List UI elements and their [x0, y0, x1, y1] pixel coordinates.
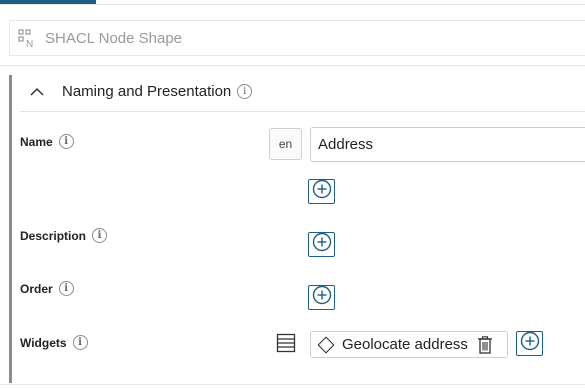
svg-text:N: N	[26, 39, 33, 49]
add-name-button[interactable]	[308, 179, 335, 204]
node-shape-icon: N	[17, 27, 39, 50]
language-tag[interactable]: en	[269, 128, 302, 160]
info-icon[interactable]: i	[58, 281, 74, 296]
property-name: Name i	[20, 134, 74, 149]
property-description: Description i	[20, 228, 108, 243]
chevron-up-icon[interactable]	[25, 80, 49, 104]
shape-type-label: SHACL Node Shape	[45, 29, 183, 47]
info-icon[interactable]: i	[72, 335, 88, 350]
property-label-description: Description	[20, 228, 87, 243]
bottom-divider	[0, 384, 585, 385]
name-value-input[interactable]	[310, 127, 585, 162]
trash-icon[interactable]	[477, 335, 493, 354]
info-icon[interactable]: i	[58, 134, 74, 149]
top-divider	[0, 4, 585, 5]
shape-type-row: N SHACL Node Shape	[9, 20, 585, 56]
widget-chip[interactable]: Geolocate address	[310, 331, 508, 358]
section-divider	[0, 65, 585, 66]
property-label-order: Order	[20, 281, 53, 296]
plus-circle-icon	[312, 285, 332, 310]
widget-label: Geolocate address	[342, 336, 468, 353]
property-order: Order i	[20, 281, 74, 296]
property-label-widgets: Widgets	[20, 335, 67, 350]
list-icon[interactable]	[276, 333, 296, 353]
group-left-bar	[9, 75, 12, 383]
add-order-button[interactable]	[308, 285, 335, 310]
info-icon[interactable]: i	[237, 84, 253, 99]
property-widgets: Widgets i	[20, 335, 88, 350]
group-header-naming: Naming and Presentation i	[20, 72, 585, 112]
property-label-name: Name	[20, 134, 53, 149]
plus-circle-icon	[312, 232, 332, 257]
diamond-icon	[317, 336, 335, 353]
info-icon[interactable]: i	[92, 228, 108, 243]
plus-circle-icon	[520, 331, 540, 356]
group-title: Naming and Presentation	[62, 83, 232, 100]
add-widget-button[interactable]	[516, 331, 543, 356]
add-description-button[interactable]	[308, 232, 335, 257]
plus-circle-icon	[312, 179, 332, 204]
